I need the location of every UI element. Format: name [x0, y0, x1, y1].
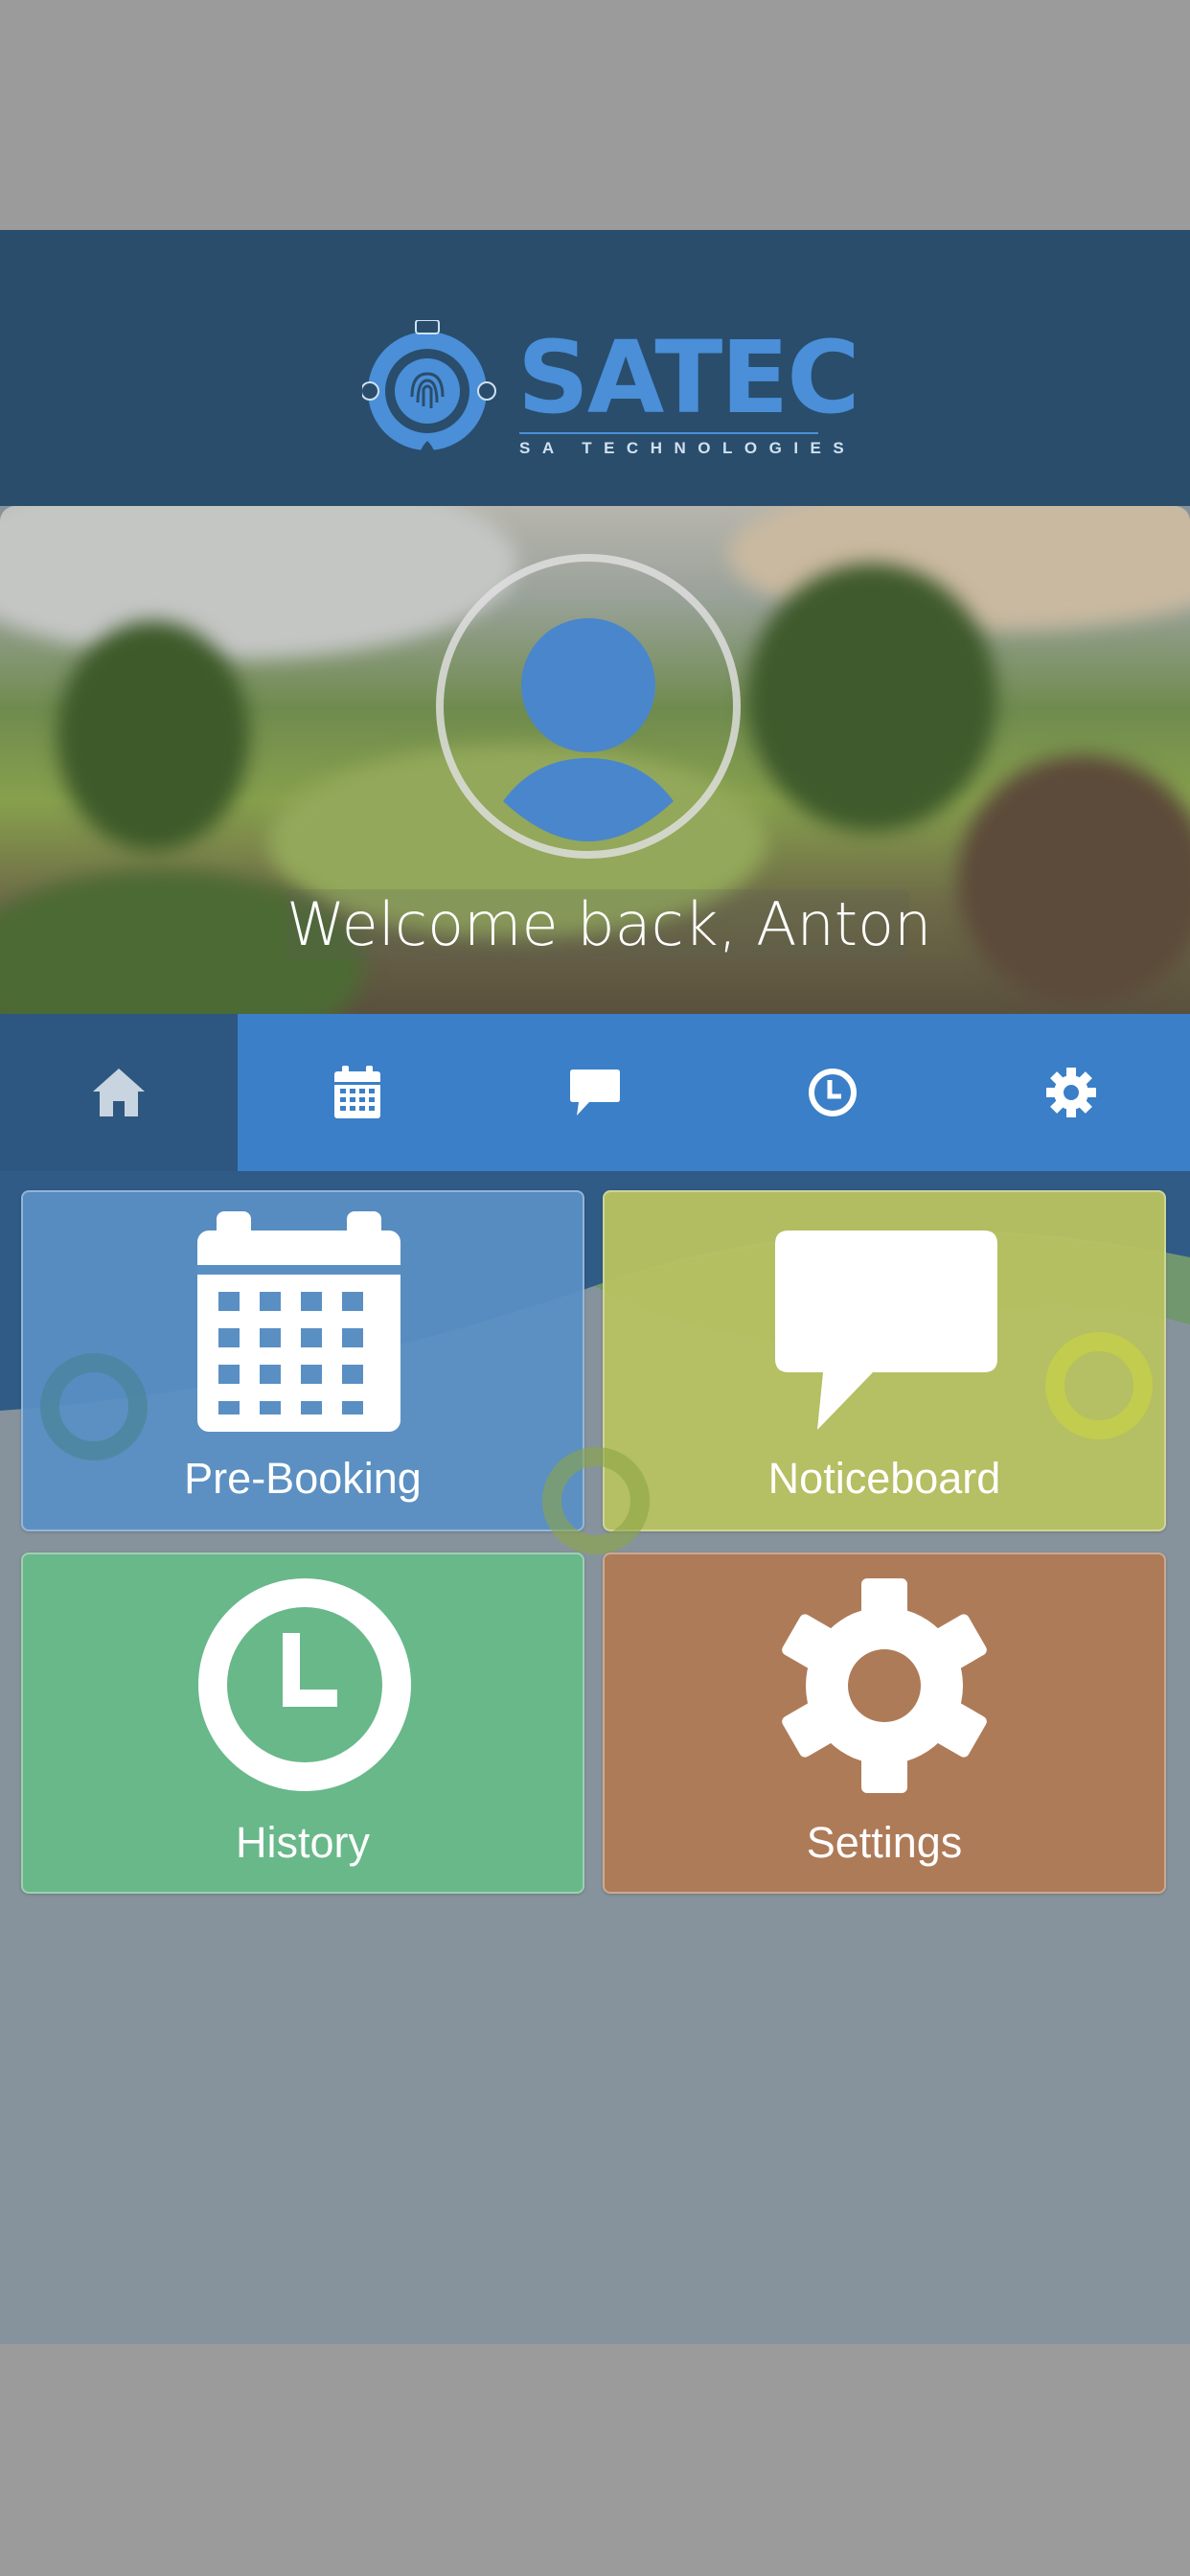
decor-ring: [542, 1447, 650, 1554]
calendar-icon: [197, 1211, 400, 1432]
tab-noticeboard[interactable]: [476, 1014, 714, 1171]
app-header: SATEC SA TECHNOLOGIES: [0, 230, 1190, 506]
chat-bubble-icon: [775, 1230, 997, 1430]
tab-home[interactable]: [0, 1014, 239, 1171]
tab-calendar[interactable]: [238, 1014, 475, 1171]
clock-icon: [198, 1578, 411, 1791]
fingerprint-logo-icon: [360, 319, 496, 464]
welcome-message: Welcome back, Anton: [286, 889, 932, 960]
tile-label: Pre-Booking: [184, 1454, 422, 1503]
tile-settings[interactable]: Settings: [603, 1552, 1166, 1894]
hero-banner: Welcome back, Anton: [0, 506, 1190, 1014]
brand-name: SATEC: [517, 319, 860, 436]
tile-history[interactable]: History: [21, 1552, 584, 1894]
tab-history[interactable]: [714, 1014, 951, 1171]
hero-backdrop: [747, 564, 996, 832]
satec-logo: SATEC SA TECHNOLOGIES: [360, 319, 860, 466]
clock-icon: [809, 1069, 858, 1116]
tile-noticeboard[interactable]: Noticeboard: [603, 1190, 1166, 1531]
hero-backdrop: [958, 755, 1190, 1004]
app-screen: SATEC SA TECHNOLOGIES Welcome back, Anto…: [0, 230, 1190, 2344]
tab-settings[interactable]: [952, 1014, 1190, 1171]
chat-bubble-icon: [569, 1070, 620, 1116]
hero-backdrop: [57, 621, 249, 851]
calendar-icon: [333, 1066, 380, 1118]
hero-backdrop: [0, 506, 517, 659]
decor-ring: [1045, 1332, 1153, 1439]
tile-label: Noticeboard: [767, 1454, 1001, 1503]
gear-icon: [1045, 1068, 1096, 1117]
home-icon: [93, 1069, 146, 1116]
tab-bar: [0, 1014, 1190, 1171]
brand-tagline: SA TECHNOLOGIES: [519, 432, 844, 458]
tile-label: History: [235, 1818, 370, 1867]
gear-icon: [782, 1578, 987, 1793]
tile-label: Settings: [806, 1818, 963, 1867]
avatar[interactable]: [436, 554, 741, 859]
decor-ring: [40, 1353, 148, 1460]
user-icon: [503, 618, 674, 841]
